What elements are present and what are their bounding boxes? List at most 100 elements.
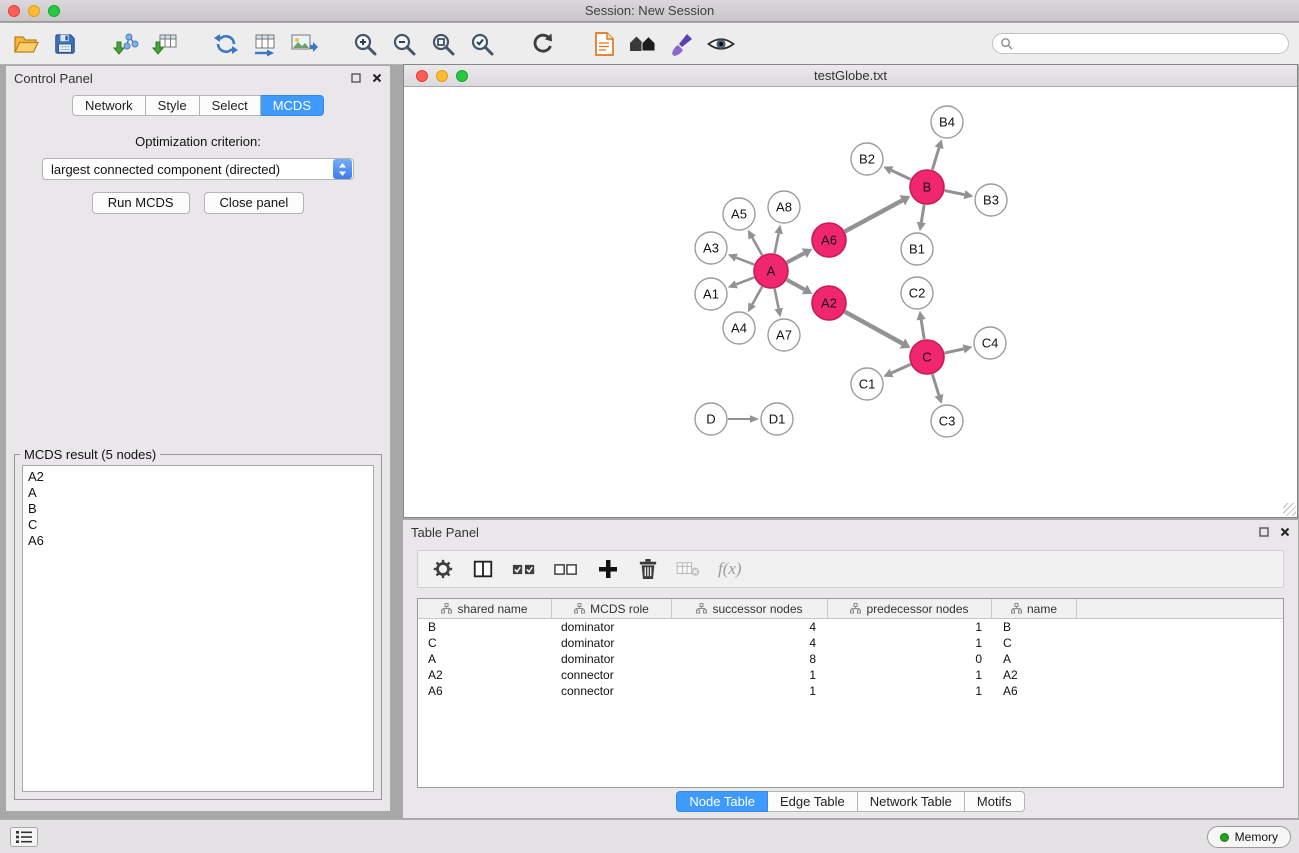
network-node[interactable]: C (910, 340, 944, 374)
network-canvas[interactable]: B4B2BB3A5A8A6B1A3AA1C2A2A4A7C4CC1DD1C3 (404, 88, 1297, 517)
show-details-button[interactable] (705, 27, 737, 61)
tab-network[interactable]: Network (72, 95, 146, 116)
maximize-window-button[interactable] (48, 5, 60, 17)
network-node[interactable]: C2 (901, 277, 933, 309)
network-node[interactable]: B4 (931, 106, 963, 138)
search-input[interactable] (1017, 37, 1281, 51)
network-node[interactable]: A5 (723, 198, 755, 230)
mcds-result-list[interactable]: A2ABCA6 (22, 465, 374, 792)
network-node[interactable]: C1 (851, 368, 883, 400)
column-header-successor-nodes[interactable]: successor nodes (672, 599, 828, 618)
network-edge[interactable] (917, 205, 926, 231)
zoom-fit-button[interactable] (427, 27, 459, 61)
network-edge[interactable] (728, 277, 754, 288)
table-row[interactable]: A2connector11A2 (418, 667, 1283, 683)
style-brush-button[interactable] (666, 27, 698, 61)
network-edge[interactable] (883, 166, 910, 179)
network-node[interactable]: D (695, 403, 727, 435)
network-node[interactable]: A6 (812, 223, 846, 257)
network-edge[interactable] (728, 415, 759, 423)
open-session-button[interactable] (10, 27, 42, 61)
close-table-panel-button[interactable] (1279, 526, 1291, 538)
network-node[interactable]: B3 (975, 184, 1007, 216)
network-edge[interactable] (774, 289, 782, 318)
close-panel-action-button[interactable]: Close panel (204, 192, 305, 214)
mcds-result-item[interactable]: A6 (28, 533, 368, 549)
network-edge[interactable] (774, 225, 782, 254)
search-box[interactable] (992, 33, 1289, 54)
network-node[interactable]: A4 (723, 312, 755, 344)
tab-node-table[interactable]: Node Table (676, 791, 768, 812)
add-row-button[interactable] (596, 557, 620, 581)
network-node[interactable]: C3 (931, 405, 963, 437)
open-document-button[interactable] (588, 27, 620, 61)
memory-button[interactable]: Memory (1207, 826, 1291, 848)
tab-motifs[interactable]: Motifs (965, 791, 1025, 812)
export-network-button[interactable] (210, 27, 242, 61)
run-mcds-button[interactable]: Run MCDS (92, 192, 190, 214)
tab-select[interactable]: Select (200, 95, 261, 116)
network-edge[interactable] (945, 190, 974, 199)
home-button[interactable] (627, 27, 659, 61)
column-header-predecessor-nodes[interactable]: predecessor nodes (828, 599, 992, 618)
network-node[interactable]: A8 (768, 191, 800, 223)
mcds-result-item[interactable]: A (28, 485, 368, 501)
network-edge[interactable] (917, 311, 926, 339)
window-titlebar[interactable]: Session: New Session (0, 0, 1299, 22)
float-panel-button[interactable] (350, 72, 362, 84)
network-edge[interactable] (748, 230, 762, 256)
tab-style[interactable]: Style (146, 95, 200, 116)
network-window-close-button[interactable] (416, 70, 428, 82)
tab-edge-table[interactable]: Edge Table (768, 791, 858, 812)
show-columns-button[interactable] (472, 558, 494, 580)
network-window-minimize-button[interactable] (436, 70, 448, 82)
zoom-selected-button[interactable] (466, 27, 498, 61)
column-header-name[interactable]: name (992, 599, 1077, 618)
network-window-titlebar[interactable]: testGlobe.txt (404, 65, 1297, 87)
mcds-result-item[interactable]: A2 (28, 469, 368, 485)
network-edge[interactable] (932, 139, 943, 170)
table-row[interactable]: Bdominator41B (418, 619, 1283, 635)
network-window-maximize-button[interactable] (456, 70, 468, 82)
export-image-button[interactable] (288, 27, 320, 61)
save-session-button[interactable] (49, 27, 81, 61)
column-header-shared-name[interactable]: shared name (418, 599, 552, 618)
network-node[interactable]: A2 (812, 286, 846, 320)
network-edge[interactable] (748, 287, 762, 313)
export-table-button[interactable] (249, 27, 281, 61)
network-node[interactable]: B2 (851, 143, 883, 175)
column-header-mcds-role[interactable]: MCDS role (552, 599, 672, 618)
network-edge[interactable] (845, 195, 910, 231)
optimization-select[interactable]: largest connected component (directed) (42, 158, 354, 180)
window-resize-handle[interactable] (1283, 503, 1296, 516)
mcds-result-item[interactable]: C (28, 517, 368, 533)
float-table-panel-button[interactable] (1258, 526, 1270, 538)
network-node[interactable]: A1 (695, 278, 727, 310)
close-window-button[interactable] (8, 5, 20, 17)
deselect-all-button[interactable] (554, 562, 578, 577)
tab-mcds[interactable]: MCDS (261, 95, 324, 116)
import-network-button[interactable] (110, 27, 142, 61)
function-builder-button[interactable]: f(x) (718, 559, 742, 579)
network-edge[interactable] (787, 248, 812, 262)
select-all-button[interactable] (512, 562, 536, 577)
table-row[interactable]: Cdominator41C (418, 635, 1283, 651)
table-row[interactable]: Adominator80A (418, 651, 1283, 667)
network-node[interactable]: A7 (768, 319, 800, 351)
zoom-out-button[interactable] (388, 27, 420, 61)
network-node[interactable]: B (910, 170, 944, 204)
import-table-button[interactable] (149, 27, 181, 61)
task-history-button[interactable] (10, 827, 38, 847)
tab-network-table[interactable]: Network Table (858, 791, 965, 812)
network-edge[interactable] (787, 280, 813, 295)
refresh-button[interactable] (527, 27, 559, 61)
delete-table-button[interactable] (676, 560, 700, 578)
network-edge[interactable] (932, 374, 943, 404)
network-node[interactable]: D1 (761, 403, 793, 435)
minimize-window-button[interactable] (28, 5, 40, 17)
close-panel-button[interactable] (371, 72, 383, 84)
network-edge[interactable] (945, 344, 973, 353)
network-node[interactable]: C4 (974, 327, 1006, 359)
network-node[interactable]: A3 (695, 232, 727, 264)
network-edge[interactable] (845, 312, 911, 349)
